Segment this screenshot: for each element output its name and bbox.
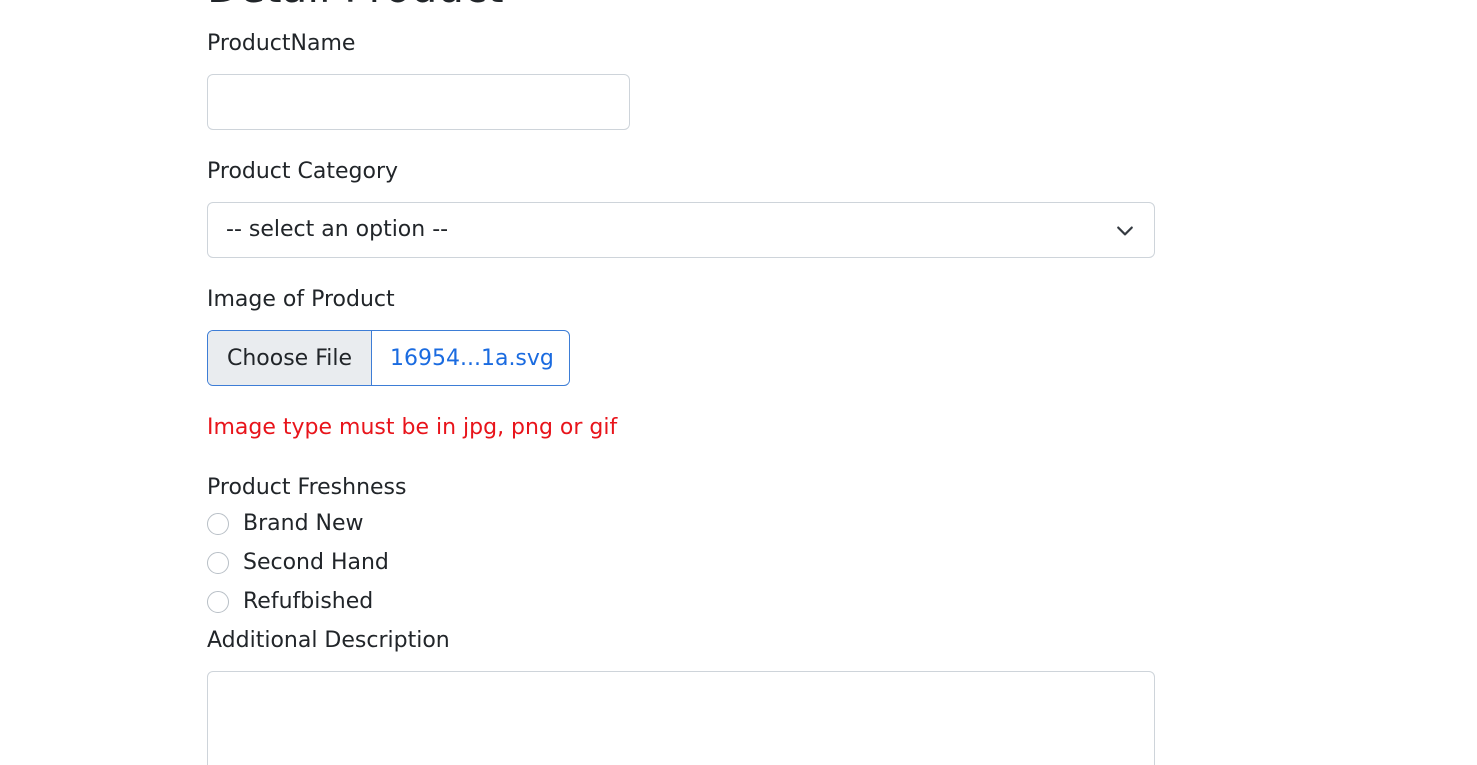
freshness-option-brand-new[interactable]: Brand New xyxy=(207,510,364,538)
freshness-option-second-hand[interactable]: Second Hand xyxy=(207,549,389,577)
additional-description-label: Additional Description xyxy=(207,628,450,653)
radio-label: Second Hand xyxy=(243,550,389,575)
product-name-input[interactable] xyxy=(207,74,630,130)
radio-button[interactable] xyxy=(207,513,229,535)
page-title: Detail Product xyxy=(207,0,504,10)
product-name-label: ProductName xyxy=(207,31,356,56)
product-category-label: Product Category xyxy=(207,159,399,184)
radio-button[interactable] xyxy=(207,552,229,574)
image-type-error-message: Image type must be in jpg, png or gif xyxy=(207,415,618,440)
additional-description-textarea[interactable] xyxy=(207,671,1155,765)
product-category-selected-value: -- select an option -- xyxy=(226,217,449,242)
product-form-page: Detail Product ProductName Product Categ… xyxy=(0,0,1477,765)
radio-label: Refufbished xyxy=(243,589,374,614)
product-category-select[interactable]: -- select an option -- xyxy=(207,202,1155,258)
chevron-down-icon xyxy=(1117,226,1133,236)
choose-file-button[interactable]: Choose File xyxy=(208,331,372,385)
product-freshness-label: Product Freshness xyxy=(207,475,407,500)
product-image-label: Image of Product xyxy=(207,287,395,312)
radio-button[interactable] xyxy=(207,591,229,613)
freshness-option-refurbished[interactable]: Refufbished xyxy=(207,588,373,616)
selected-file-name: 16954...1a.svg xyxy=(390,345,554,371)
radio-label: Brand New xyxy=(243,511,364,536)
product-image-file-input[interactable]: Choose File 16954...1a.svg xyxy=(207,330,570,386)
